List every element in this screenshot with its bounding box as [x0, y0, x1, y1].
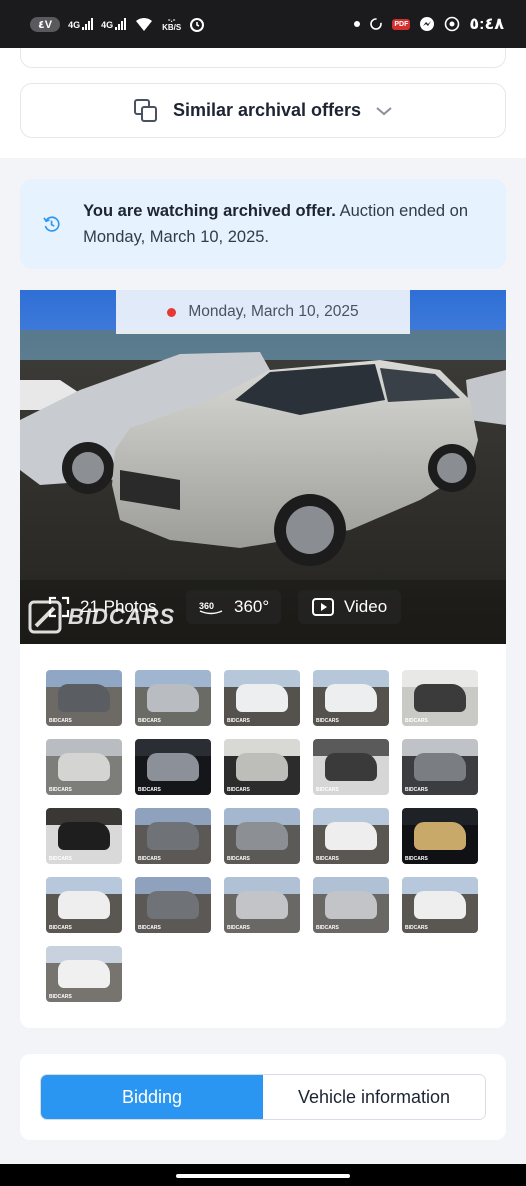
thumbnail-damaged-front[interactable]: BIDCARS — [46, 739, 122, 795]
tabs-card: Bidding Vehicle information — [20, 1054, 506, 1140]
wifi-icon — [136, 17, 153, 31]
thumbnail-gauge-cluster[interactable]: BIDCARS — [402, 808, 478, 864]
tab-vehicle-information[interactable]: Vehicle information — [263, 1075, 485, 1119]
whatsapp-icon — [445, 16, 460, 32]
play-icon — [312, 598, 334, 616]
video-button[interactable]: Video — [298, 590, 402, 624]
auction-date: Monday, March 10, 2025 — [188, 303, 359, 320]
thumbnail-white-suv-rear[interactable]: BIDCARS — [313, 808, 389, 864]
alarm-icon — [190, 18, 205, 32]
thumbnail-interior-white[interactable]: BIDCARS — [402, 670, 478, 726]
video-label: Video — [344, 597, 388, 616]
archived-notice: You are watching archived offer. Auction… — [20, 179, 506, 269]
gallery-card: Monday, March 10, 2025 BIDCARS 21 Photos… — [20, 290, 506, 1028]
messenger-icon — [420, 17, 435, 31]
status-dot — [167, 307, 177, 317]
thumbnail-white-suv-lot[interactable]: BIDCARS — [224, 670, 300, 726]
net-speed: -.- KB/S — [162, 15, 182, 32]
svg-text:360: 360 — [199, 601, 214, 611]
thumbnail-grid: BIDCARS BIDCARS BIDCARS BIDCARS BIDCARS BIDCA… — [46, 670, 478, 1002]
thumbnail-silver-car-side[interactable]: BIDCARS — [224, 877, 300, 933]
view-360-button[interactable]: 360 360° — [186, 590, 282, 624]
history-icon — [43, 216, 60, 232]
battery-badge: ٤V — [30, 16, 61, 32]
thumbnail-silver-car-lot[interactable]: BIDCARS — [135, 670, 211, 726]
similar-offers-label: Similar archival offers — [172, 100, 362, 120]
clock: ٥:٤٨ — [469, 16, 504, 33]
fullscreen-icon — [48, 596, 70, 618]
thumbnail-grey-suv-lot[interactable]: BIDCARS — [46, 670, 122, 726]
notification-dot — [354, 21, 361, 27]
thumbnail-grey-suv-front[interactable]: BIDCARS — [135, 877, 211, 933]
similar-offers-button[interactable]: Similar archival offers — [20, 83, 506, 138]
thumbnail-dashboard[interactable]: BIDCARS — [135, 739, 211, 795]
tabs: Bidding Vehicle information — [40, 1074, 486, 1120]
archived-notice-text: You are watching archived offer. Auction… — [83, 202, 469, 246]
thumbnail-silver-car-side[interactable]: BIDCARS — [313, 877, 389, 933]
tab-bidding[interactable]: Bidding — [41, 1075, 263, 1119]
thumbnail-white-suv-rear[interactable]: BIDCARS — [402, 877, 478, 933]
chevron-down-icon — [376, 106, 392, 115]
thumbnail-white-suv-lot[interactable]: BIDCARS — [313, 670, 389, 726]
view-360-label: 360° — [234, 597, 270, 616]
thumbnail-white-suv-rear[interactable]: BIDCARS — [46, 877, 122, 933]
thumbnail-key-fob[interactable]: BIDCARS — [46, 808, 122, 864]
status-bar: ٤V 4G 4G -.- KB/S PDF ٥:٤٨ — [0, 0, 526, 48]
thumbnail-grey-suv-side[interactable]: BIDCARS — [224, 808, 300, 864]
photos-count: 21 Photos — [80, 597, 157, 616]
navigation-bar — [0, 1164, 526, 1186]
previous-card-edge — [20, 48, 506, 68]
pdf-icon: PDF — [392, 18, 411, 30]
rotate-360-icon: 360 — [199, 601, 223, 615]
thumbnail-window-sticker[interactable]: BIDCARS — [313, 739, 389, 795]
photos-button[interactable]: 21 Photos — [48, 590, 157, 624]
thumbnail-interior-seats[interactable]: BIDCARS — [224, 739, 300, 795]
auction-date-badge: Monday, March 10, 2025 — [116, 290, 410, 334]
sync-icon — [370, 18, 383, 30]
signal-icon: 4G — [68, 18, 94, 30]
signal-icon-2: 4G — [101, 18, 127, 30]
thumbnail-grey-suv-front[interactable]: BIDCARS — [135, 808, 211, 864]
copy-icon — [133, 98, 157, 122]
home-handle[interactable] — [176, 1174, 350, 1178]
thumbnail-engine-bay[interactable]: BIDCARS — [402, 739, 478, 795]
thumbnail-white-car-side[interactable]: BIDCARS — [46, 946, 122, 1002]
main-photo[interactable]: Monday, March 10, 2025 BIDCARS 21 Photos… — [20, 290, 506, 644]
